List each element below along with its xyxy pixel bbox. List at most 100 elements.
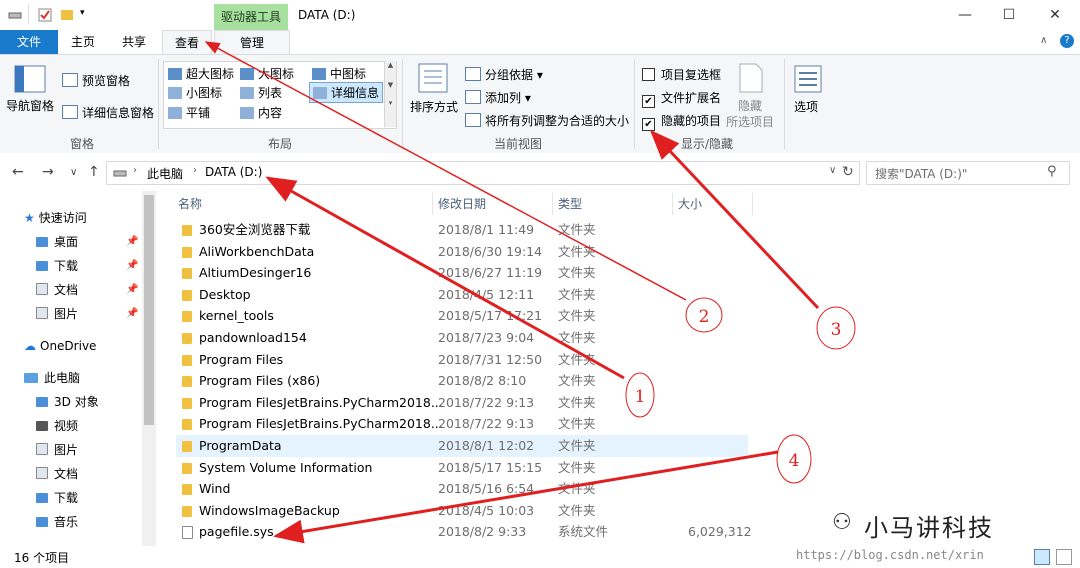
- table-row[interactable]: AltiumDesinger16 2018/6/27 11:19 文件夹: [176, 262, 748, 284]
- nav-pane-button[interactable]: 导航窗格: [6, 97, 54, 114]
- nav-downloads[interactable]: 下载: [36, 255, 78, 277]
- details-view-icon[interactable]: [1034, 549, 1050, 565]
- nav-scrollbar-thumb[interactable]: [144, 195, 154, 425]
- item-checkboxes-toggle[interactable]: 项目复选框: [642, 66, 721, 83]
- tab-view[interactable]: 查看: [162, 30, 212, 55]
- file-date: 2018/4/5 12:11: [438, 286, 535, 302]
- nav-desktop[interactable]: 桌面: [36, 231, 78, 253]
- back-icon[interactable]: ←: [12, 164, 24, 180]
- layout-gallery-scroll[interactable]: ▲ ▼ ▾: [384, 61, 396, 127]
- refresh-icon[interactable]: ↻: [842, 164, 854, 180]
- layout-extra-large-icons[interactable]: 超大图标: [168, 65, 234, 82]
- address-dropdown-icon[interactable]: ∨: [829, 165, 836, 176]
- up-icon[interactable]: ↑: [88, 164, 100, 180]
- item-checkboxes-checkbox[interactable]: [642, 68, 655, 81]
- nav-pc-pictures[interactable]: 图片: [36, 439, 78, 461]
- hide-selected-label-1: 隐藏: [738, 99, 763, 113]
- sort-by-button[interactable]: 排序方式: [410, 98, 458, 115]
- table-row[interactable]: ProgramData 2018/8/1 12:02 文件夹: [176, 435, 748, 457]
- file-icon: [182, 526, 193, 540]
- table-row[interactable]: AliWorkbenchData 2018/6/30 19:14 文件夹: [176, 241, 748, 263]
- table-row[interactable]: pagefile.sys 2018/8/2 9:33 系统文件 6,029,312: [176, 521, 752, 543]
- nav-this-pc[interactable]: 此电脑: [24, 367, 80, 389]
- list-icon: [240, 87, 254, 99]
- column-header-size[interactable]: 大小: [678, 191, 702, 217]
- nav-documents[interactable]: 文档: [36, 279, 78, 301]
- breadcrumb-this-pc[interactable]: 此电脑: [147, 165, 183, 182]
- search-icon[interactable]: ⚲: [1047, 164, 1057, 179]
- maximize-button[interactable]: ☐: [986, 0, 1032, 30]
- layout-label: 列表: [258, 86, 283, 100]
- table-row[interactable]: Program FilesJetBrains.PyCharm2018... 201…: [176, 413, 748, 435]
- minimize-button[interactable]: —: [942, 0, 988, 30]
- details-pane-button[interactable]: 详细信息窗格: [62, 104, 154, 121]
- layout-medium-icons[interactable]: 中图标: [312, 65, 366, 82]
- layout-content[interactable]: 内容: [240, 104, 282, 121]
- large-icons-view-icon[interactable]: [1056, 549, 1072, 565]
- add-column-button[interactable]: 添加列 ▾: [465, 89, 531, 106]
- file-extensions-toggle[interactable]: ✔ 文件扩展名: [642, 89, 721, 108]
- breadcrumb-drive[interactable]: DATA (D:): [205, 165, 262, 179]
- customize-qat-icon[interactable]: ▾: [80, 8, 94, 21]
- fit-columns-button[interactable]: 将所有列调整为合适的大小: [465, 112, 629, 129]
- recent-locations-icon[interactable]: ∨: [70, 167, 77, 178]
- details-pane-label: 详细信息窗格: [82, 106, 155, 120]
- options-button[interactable]: 选项: [794, 98, 818, 115]
- table-row[interactable]: Program FilesJetBrains.PyCharm2018... 201…: [176, 392, 748, 414]
- folder-icon: [182, 268, 192, 280]
- layout-large-icons[interactable]: 大图标: [240, 65, 294, 82]
- table-row[interactable]: WindowsImageBackup 2018/4/5 10:03 文件夹: [176, 500, 748, 522]
- search-input[interactable]: 搜索"DATA (D:)": [875, 165, 967, 182]
- layout-list[interactable]: 列表: [240, 84, 282, 101]
- status-bar: 16 个项目: [0, 546, 1080, 568]
- nav-videos[interactable]: 视频: [36, 415, 78, 437]
- address-row: ← → ∨ ↑ › 此电脑 › DATA (D:) ∨ ↻ 搜索"DATA (D…: [0, 153, 1080, 191]
- properties-icon[interactable]: [38, 8, 52, 22]
- table-row[interactable]: Program Files (x86) 2018/8/2 8:10 文件夹: [176, 370, 748, 392]
- column-header-name[interactable]: 名称: [178, 191, 202, 217]
- table-row[interactable]: kernel_tools 2018/5/17 17:21 文件夹: [176, 305, 748, 327]
- hidden-items-toggle[interactable]: ✔ 隐藏的项目: [642, 112, 721, 131]
- preview-pane-button[interactable]: 预览窗格: [62, 72, 130, 89]
- nav-pane-icon[interactable]: [14, 65, 50, 93]
- nav-3d-objects[interactable]: 3D 对象: [36, 391, 99, 413]
- address-bar[interactable]: › 此电脑 › DATA (D:) ∨: [106, 161, 860, 185]
- table-row[interactable]: pandownload154 2018/7/23 9:04 文件夹: [176, 327, 748, 349]
- nav-onedrive[interactable]: ☁ OneDrive: [24, 335, 96, 357]
- options-icon[interactable]: [794, 65, 822, 96]
- group-by-button[interactable]: 分组依据 ▾: [465, 66, 543, 83]
- nav-pc-documents[interactable]: 文档: [36, 463, 78, 485]
- table-row[interactable]: System Volume Information 2018/5/17 15:15…: [176, 457, 748, 479]
- file-extensions-checkbox[interactable]: ✔: [642, 95, 655, 108]
- layout-tiles[interactable]: 平铺: [168, 104, 210, 121]
- search-box[interactable]: 搜索"DATA (D:)" ⚲: [866, 161, 1070, 185]
- layout-details[interactable]: 详细信息: [309, 82, 384, 103]
- tab-home[interactable]: 主页: [58, 30, 108, 54]
- table-row[interactable]: Wind 2018/5/16 6:54 文件夹: [176, 478, 748, 500]
- table-row[interactable]: 360安全浏览器下载 2018/8/1 11:49 文件夹: [176, 219, 748, 241]
- table-row[interactable]: Program Files 2018/7/31 12:50 文件夹: [176, 349, 748, 371]
- collapse-ribbon-icon[interactable]: ∧: [1040, 35, 1047, 46]
- nav-pictures[interactable]: 图片: [36, 303, 78, 325]
- hidden-items-checkbox[interactable]: ✔: [642, 118, 655, 131]
- tab-manage[interactable]: 管理: [214, 30, 290, 55]
- file-date: 2018/5/17 17:21: [438, 308, 543, 324]
- table-row[interactable]: Desktop 2018/4/5 12:11 文件夹: [176, 284, 748, 306]
- new-folder-icon[interactable]: [60, 8, 74, 21]
- column-header-date[interactable]: 修改日期: [438, 191, 486, 217]
- column-header-type[interactable]: 类型: [558, 191, 582, 217]
- forward-icon[interactable]: →: [42, 164, 54, 180]
- file-type: 系统文件: [558, 524, 609, 540]
- nav-quick-access[interactable]: ★ 快速访问: [24, 207, 87, 229]
- tab-file[interactable]: 文件: [0, 30, 58, 54]
- nav-music[interactable]: 音乐: [36, 511, 78, 533]
- tab-share[interactable]: 共享: [108, 30, 160, 54]
- nav-pc-downloads[interactable]: 下载: [36, 487, 78, 509]
- sort-by-icon[interactable]: [418, 63, 448, 96]
- layout-small-icons[interactable]: 小图标: [168, 84, 222, 101]
- folder-icon: [182, 289, 192, 301]
- close-button[interactable]: ✕: [1032, 0, 1078, 30]
- file-name: System Volume Information: [199, 459, 373, 475]
- file-name: Program Files: [199, 351, 284, 367]
- help-icon[interactable]: ?: [1060, 34, 1074, 48]
